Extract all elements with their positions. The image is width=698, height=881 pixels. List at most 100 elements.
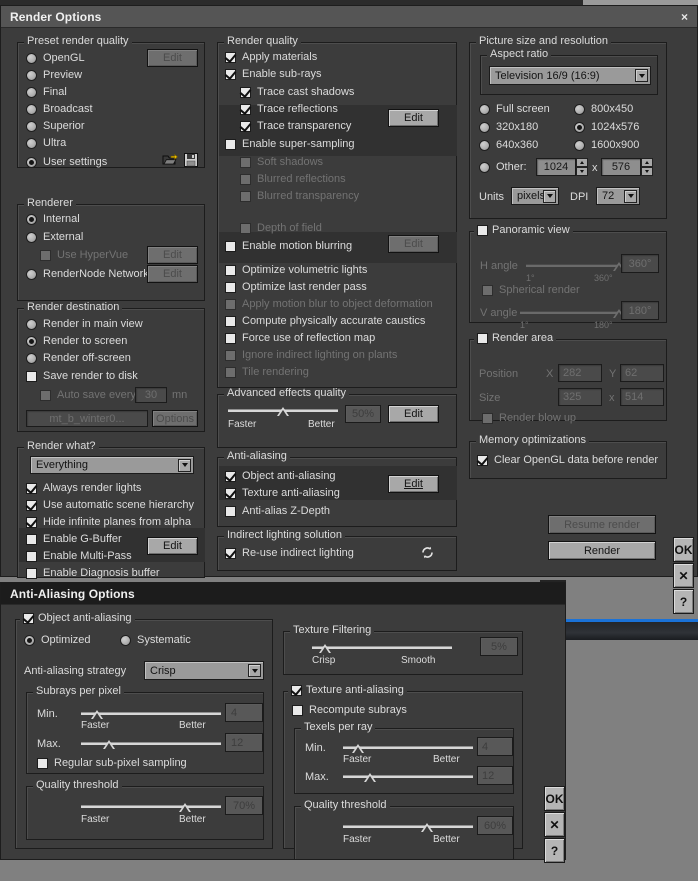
slider-thumb[interactable]: [90, 710, 104, 719]
ok-button[interactable]: OK: [673, 537, 694, 562]
checkbox-ignore-indirect-lighting-on-plants[interactable]: Ignore indirect lighting on plants: [225, 349, 397, 361]
radio-render-to-screen[interactable]: Render to screen: [26, 335, 127, 347]
checkbox-icon[interactable]: [477, 333, 488, 344]
checkbox-compute-physically-accurate-caustics[interactable]: Compute physically accurate caustics: [225, 315, 425, 327]
radio-800x450[interactable]: 800x450: [574, 103, 633, 115]
rendernode-edit-button[interactable]: Edit: [147, 265, 198, 283]
slider-thumb[interactable]: [103, 740, 116, 749]
slider-thumb[interactable]: [421, 823, 434, 832]
render-area-legend-wrap[interactable]: Render area: [474, 333, 557, 344]
texture-filtering-slider[interactable]: [312, 641, 452, 653]
subrays-min-value[interactable]: 4: [225, 703, 263, 722]
checkbox-hide-infinite-planes-from-alpha[interactable]: Hide infinite planes from alpha: [26, 516, 191, 528]
radio-other[interactable]: Other:: [479, 161, 527, 173]
checkbox-always-render-lights[interactable]: Always render lights: [26, 482, 141, 494]
other-width-stepper[interactable]: [576, 158, 588, 176]
checkbox-spherical-render[interactable]: Spherical render: [482, 284, 580, 296]
object-quality-slider[interactable]: [81, 800, 221, 812]
texture-aa-legend-wrap[interactable]: Texture anti-aliasing: [288, 685, 407, 696]
checkbox-enable-sub-rays[interactable]: Enable sub-rays: [225, 68, 322, 80]
aa-help-button[interactable]: ?: [544, 838, 565, 863]
checkbox-enable-multi-pass[interactable]: Enable Multi-Pass: [26, 550, 132, 562]
checkbox-use-hypervue[interactable]: Use HyperVue: [40, 249, 128, 261]
aa-options-titlebar[interactable]: Anti-Aliasing Options: [1, 583, 565, 605]
radio-1600x900[interactable]: 1600x900: [574, 139, 639, 151]
chevron-down-icon[interactable]: [248, 664, 261, 677]
radio-preview[interactable]: Preview: [26, 69, 82, 81]
panoramic-view-legend-wrap[interactable]: Panoramic view: [474, 225, 573, 236]
radio-broadcast[interactable]: Broadcast: [26, 103, 93, 115]
checkbox-icon[interactable]: [291, 685, 302, 696]
motion-blur-edit-button[interactable]: Edit: [388, 235, 439, 253]
other-height-input[interactable]: 576: [601, 158, 641, 176]
checkbox-render-blow-up[interactable]: Render blow up: [482, 412, 576, 424]
render-options-titlebar[interactable]: Render Options ×: [1, 6, 697, 28]
anti-aliasing-edit-button[interactable]: Edit: [388, 475, 439, 493]
radio-rendernode-network[interactable]: RenderNode Network: [26, 268, 149, 280]
render-what-combo[interactable]: Everything: [30, 456, 194, 474]
checkbox-enable-diagnosis-buffer[interactable]: Enable Diagnosis buffer: [26, 567, 160, 579]
checkbox-icon[interactable]: [23, 613, 34, 624]
radio-internal[interactable]: Internal: [26, 213, 80, 225]
folder-open-icon[interactable]: [162, 153, 178, 170]
chevron-down-icon[interactable]: [543, 189, 556, 203]
checkbox-optimize-volumetric-lights[interactable]: Optimize volumetric lights: [225, 264, 367, 276]
gbuffer-edit-button[interactable]: Edit: [147, 537, 198, 555]
radio-superior[interactable]: Superior: [26, 120, 85, 132]
checkbox-object-anti-aliasing[interactable]: Object anti-aliasing: [225, 470, 336, 482]
object-quality-value[interactable]: 70%: [225, 796, 263, 815]
render-area-height-input[interactable]: 514: [620, 388, 664, 406]
slider-thumb[interactable]: [179, 803, 192, 812]
checkbox-apply-motion-blur-to-object-deformation[interactable]: Apply motion blur to object deformation: [225, 298, 433, 310]
checkbox-trace-reflections[interactable]: Trace reflections: [240, 103, 338, 115]
aa-cancel-button[interactable]: ✕: [544, 812, 565, 837]
floppy-disk-icon[interactable]: [184, 153, 198, 170]
radio-640x360[interactable]: 640x360: [479, 139, 538, 151]
checkbox-anti-alias-z-depth[interactable]: Anti-alias Z-Depth: [225, 505, 330, 517]
resume-render-button[interactable]: Resume render: [548, 515, 656, 534]
radio-optimized[interactable]: Optimized: [24, 634, 91, 646]
checkbox-reuse-indirect-lighting[interactable]: Re-use indirect lighting: [225, 547, 354, 559]
chevron-down-icon[interactable]: [178, 458, 191, 472]
radio-ultra[interactable]: Ultra: [26, 137, 66, 149]
aspect-ratio-combo[interactable]: Television 16/9 (16:9): [489, 66, 651, 85]
object-aa-legend-wrap[interactable]: Object anti-aliasing: [20, 613, 135, 624]
radio-user-settings[interactable]: User settings: [26, 156, 107, 168]
render-file-name-input[interactable]: mt_b_winter0...: [26, 410, 148, 427]
v-angle-value[interactable]: 180°: [621, 301, 659, 320]
checkbox-trace-transparency[interactable]: Trace transparency: [240, 120, 351, 132]
render-destination-options-button[interactable]: Options: [152, 410, 198, 427]
radio-opengl[interactable]: OpenGL: [26, 52, 85, 64]
texture-quality-value[interactable]: 60%: [477, 816, 513, 835]
checkbox-texture-anti-aliasing[interactable]: Texture anti-aliasing: [225, 487, 340, 499]
checkbox-save-render-to-disk[interactable]: Save render to disk: [26, 370, 138, 382]
other-height-stepper[interactable]: [641, 158, 653, 176]
checkbox-regular-sub-pixel-sampling[interactable]: Regular sub-pixel sampling: [37, 757, 187, 769]
advanced-effects-edit-button[interactable]: Edit: [388, 405, 439, 423]
preset-edit-button[interactable]: Edit: [147, 49, 198, 67]
slider-thumb[interactable]: [363, 773, 377, 782]
slider-thumb[interactable]: [319, 644, 332, 653]
checkbox-enable-motion-blurring[interactable]: Enable motion blurring: [225, 240, 352, 252]
texture-filtering-value[interactable]: 5%: [480, 637, 518, 656]
checkbox-trace-cast-shadows[interactable]: Trace cast shadows: [240, 86, 354, 98]
texels-max-value[interactable]: 12: [477, 766, 513, 785]
checkbox-blurred-transparency[interactable]: Blurred transparency: [240, 190, 359, 202]
close-icon[interactable]: ×: [678, 10, 691, 24]
advanced-effects-value[interactable]: 50%: [345, 405, 381, 423]
slider-thumb[interactable]: [352, 744, 365, 753]
checkbox-auto-save[interactable]: Auto save every: [40, 389, 136, 401]
radio-final[interactable]: Final: [26, 86, 67, 98]
checkbox-enable-super-sampling[interactable]: Enable super-sampling: [225, 138, 355, 150]
other-width-input[interactable]: 1024: [536, 158, 576, 176]
radio-1024x576[interactable]: 1024x576: [574, 121, 639, 133]
render-area-width-input[interactable]: 325: [558, 388, 602, 406]
checkbox-clear-opengl-data[interactable]: Clear OpenGL data before render: [477, 454, 658, 466]
render-button[interactable]: Render: [548, 541, 656, 560]
texture-quality-slider[interactable]: [343, 820, 473, 832]
radio-external[interactable]: External: [26, 231, 83, 243]
v-angle-slider[interactable]: [520, 306, 626, 318]
texels-min-slider[interactable]: [343, 741, 473, 753]
checkbox-icon[interactable]: [477, 225, 488, 236]
radio-render-in-main-view[interactable]: Render in main view: [26, 318, 143, 330]
